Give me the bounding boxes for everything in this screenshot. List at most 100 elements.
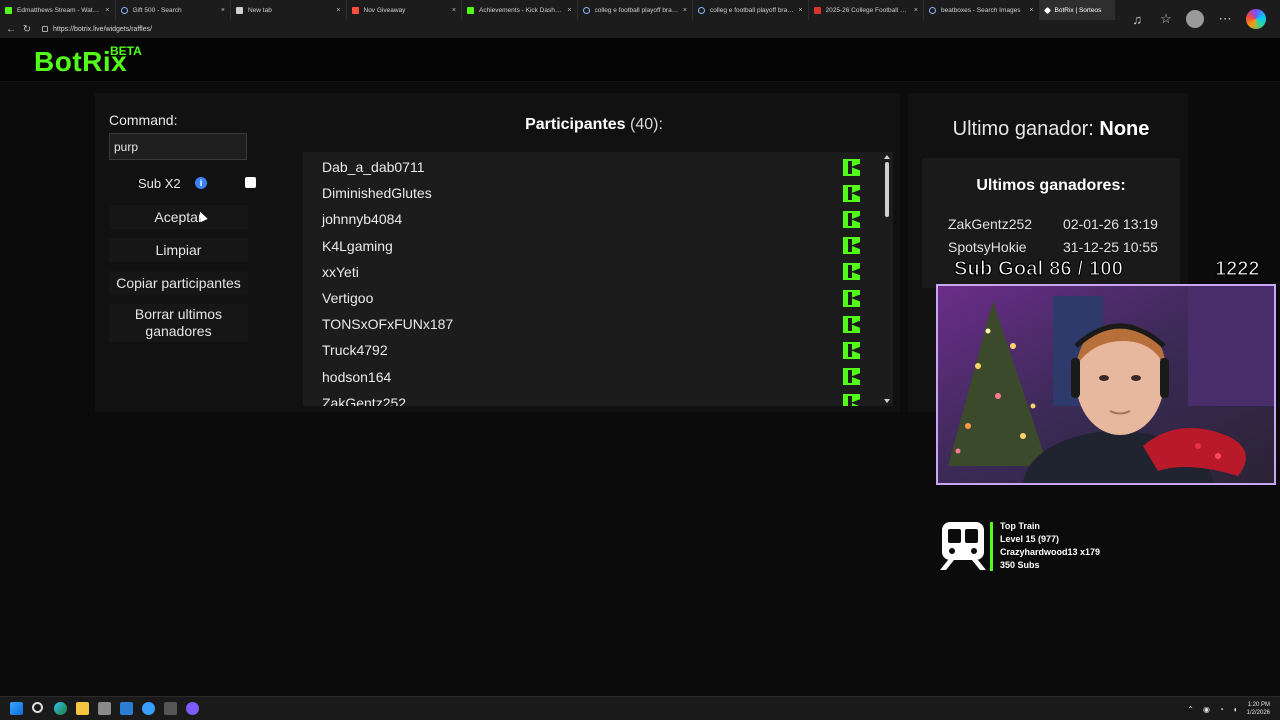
browser-tab[interactable]: colleg e football playoff bracket × xyxy=(693,0,809,20)
borrar-ultimos-ganadores-button[interactable]: Borrar ultimos ganadores xyxy=(109,304,248,342)
kick-platform-icon xyxy=(843,289,860,307)
participant-name: DiminishedGlutes xyxy=(322,185,432,202)
tab-close-icon[interactable]: × xyxy=(567,7,571,14)
last-winner-label: Ultimo ganador: xyxy=(952,118,1094,140)
tab-close-icon[interactable]: × xyxy=(221,7,225,14)
browser-tab[interactable]: Nov Giveaway × xyxy=(347,0,462,20)
winner-date: 31-12-25 10:55 xyxy=(1063,239,1158,255)
volume-icon[interactable]: ◖ xyxy=(1233,705,1238,714)
command-input[interactable] xyxy=(109,133,247,160)
chevron-up-icon[interactable]: ⌃ xyxy=(1187,705,1194,714)
kick-platform-icon xyxy=(843,368,860,386)
participant-row[interactable]: hodson164 xyxy=(303,364,883,390)
word-icon[interactable] xyxy=(120,702,133,715)
lock-icon xyxy=(42,26,48,32)
browser-tab[interactable]: 2025-26 College Football Playoff × xyxy=(809,0,924,20)
tab-close-icon[interactable]: × xyxy=(914,7,918,14)
app-header: BotRix BETA xyxy=(0,38,1280,82)
participant-name: johnnyb4084 xyxy=(322,211,403,228)
scroll-thumb[interactable] xyxy=(885,162,889,217)
participant-row[interactable]: TONSxOFxFUNx187 xyxy=(303,311,883,337)
participant-row[interactable]: johnnyb4084 xyxy=(303,206,883,232)
participants-list[interactable]: Dab_a_dab0711 DiminishedGlutes johnnyb4084… xyxy=(303,152,893,406)
scroll-down-arrow-icon[interactable] xyxy=(884,399,890,403)
kick-platform-icon xyxy=(843,210,860,228)
espn-favicon-icon xyxy=(813,6,821,14)
participant-name: Truck4792 xyxy=(322,342,388,359)
network-icon[interactable]: ◉ xyxy=(1203,705,1210,714)
participants-count: (40): xyxy=(630,116,663,133)
url-field[interactable]: https://botrix.live/widgets/raffles/ xyxy=(42,26,152,33)
browser-tab[interactable]: New tab × xyxy=(231,0,347,20)
notepad-icon[interactable] xyxy=(98,702,111,715)
participant-row[interactable]: K4Lgaming xyxy=(303,233,883,259)
limpiar-button[interactable]: Limpiar xyxy=(109,238,248,262)
edge-icon[interactable] xyxy=(54,702,67,715)
browser-tab[interactable]: beatboxes - Search Images × xyxy=(924,0,1040,20)
giveaway-favicon-icon xyxy=(351,6,359,14)
search-favicon-icon xyxy=(120,6,128,14)
clock-time: 1:20 PM xyxy=(1247,702,1270,708)
winner-date: 02-01-26 13:19 xyxy=(1063,216,1158,232)
participant-row[interactable]: Vertigoo xyxy=(303,285,883,311)
participant-row[interactable]: xxYeti xyxy=(303,259,883,285)
search-favicon-icon xyxy=(582,6,590,14)
search-icon[interactable] xyxy=(32,702,43,713)
browser-tab-title: Gift 500 - Search xyxy=(132,6,182,14)
participants-scrollbar[interactable] xyxy=(884,152,890,406)
browser-tab-title: colleg e football playoff bracket xyxy=(710,6,795,14)
tab-close-icon[interactable]: × xyxy=(452,7,456,14)
participant-row[interactable]: Truck4792 xyxy=(303,337,883,363)
participant-row[interactable]: ZakGentz252 xyxy=(303,390,883,406)
read-aloud-icon[interactable]: ♫ xyxy=(1129,11,1145,27)
refresh-icon[interactable]: ↻ xyxy=(20,22,34,36)
scroll-up-arrow-icon[interactable] xyxy=(884,155,890,159)
url-text: https://botrix.live/widgets/raffles/ xyxy=(53,25,153,33)
browser-tab[interactable]: Gift 500 - Search × xyxy=(116,0,231,20)
participant-name: K4Lgaming xyxy=(322,237,393,254)
profile-avatar[interactable] xyxy=(1186,10,1205,28)
participant-name: xxYeti xyxy=(322,263,359,280)
wifi-icon[interactable]: ◔ xyxy=(1219,705,1224,714)
participants-title-text: Participantes xyxy=(525,116,626,133)
info-icon[interactable]: i xyxy=(195,177,207,189)
participant-name: hodson164 xyxy=(322,368,392,385)
tab-close-icon[interactable]: × xyxy=(1029,7,1033,14)
train-subs: 350 Subs xyxy=(1000,560,1040,570)
kick-favicon-icon xyxy=(467,6,474,14)
more-menu-icon[interactable]: ⋯ xyxy=(1217,11,1233,27)
copilot-icon[interactable] xyxy=(1245,9,1266,29)
browser-tab[interactable]: colleg e football playoff bracket × xyxy=(578,0,693,20)
last-winner: Ultimo ganador: None xyxy=(922,118,1180,141)
terminal-icon[interactable] xyxy=(164,702,177,715)
system-tray: ⌃ ◉ ◔ ◖ 1:20 PM 1/2/2026 xyxy=(1187,697,1270,720)
kick-favicon-icon xyxy=(5,6,12,14)
participant-name: Dab_a_dab0711 xyxy=(322,159,425,175)
tab-close-icon[interactable]: × xyxy=(683,7,687,14)
page-favicon-icon xyxy=(236,6,243,14)
sub-x2-checkbox[interactable] xyxy=(245,177,256,188)
clock[interactable]: 1:20 PM 1/2/2026 xyxy=(1247,701,1270,717)
browser-tab-bar: Edmatthews Stream - Watch Live×Gift 500 … xyxy=(0,0,1280,20)
back-arrow-icon[interactable]: ← xyxy=(4,22,18,36)
start-icon[interactable] xyxy=(10,702,23,715)
clock-date: 1/2/2026 xyxy=(1246,710,1270,716)
discord-icon[interactable] xyxy=(186,702,199,715)
kick-platform-icon xyxy=(843,237,860,255)
browser-tab[interactable]: Achievements - Kick Dashboard × xyxy=(462,0,578,20)
command-label: Command: xyxy=(109,112,178,128)
file-explorer-icon[interactable] xyxy=(76,702,89,715)
aceptar-button[interactable]: Aceptar xyxy=(109,205,248,229)
kick-platform-icon xyxy=(843,263,860,281)
browser-tab-title: Nov Giveaway xyxy=(363,6,406,14)
tab-close-icon[interactable]: × xyxy=(798,7,802,14)
participant-row[interactable]: DiminishedGlutes xyxy=(303,180,883,206)
browser-tab[interactable]: Edmatthews Stream - Watch Live × xyxy=(0,0,116,20)
tab-close-icon[interactable]: × xyxy=(336,7,340,14)
tab-close-icon[interactable]: × xyxy=(105,7,109,14)
copiar-participantes-button[interactable]: Copiar participantes xyxy=(109,271,248,295)
app-icon[interactable] xyxy=(142,702,155,715)
participants-title: Participantes (40): xyxy=(300,116,888,134)
participant-row[interactable]: Dab_a_dab0711 xyxy=(303,154,883,180)
favorites-star-icon[interactable]: ☆ xyxy=(1158,11,1174,27)
